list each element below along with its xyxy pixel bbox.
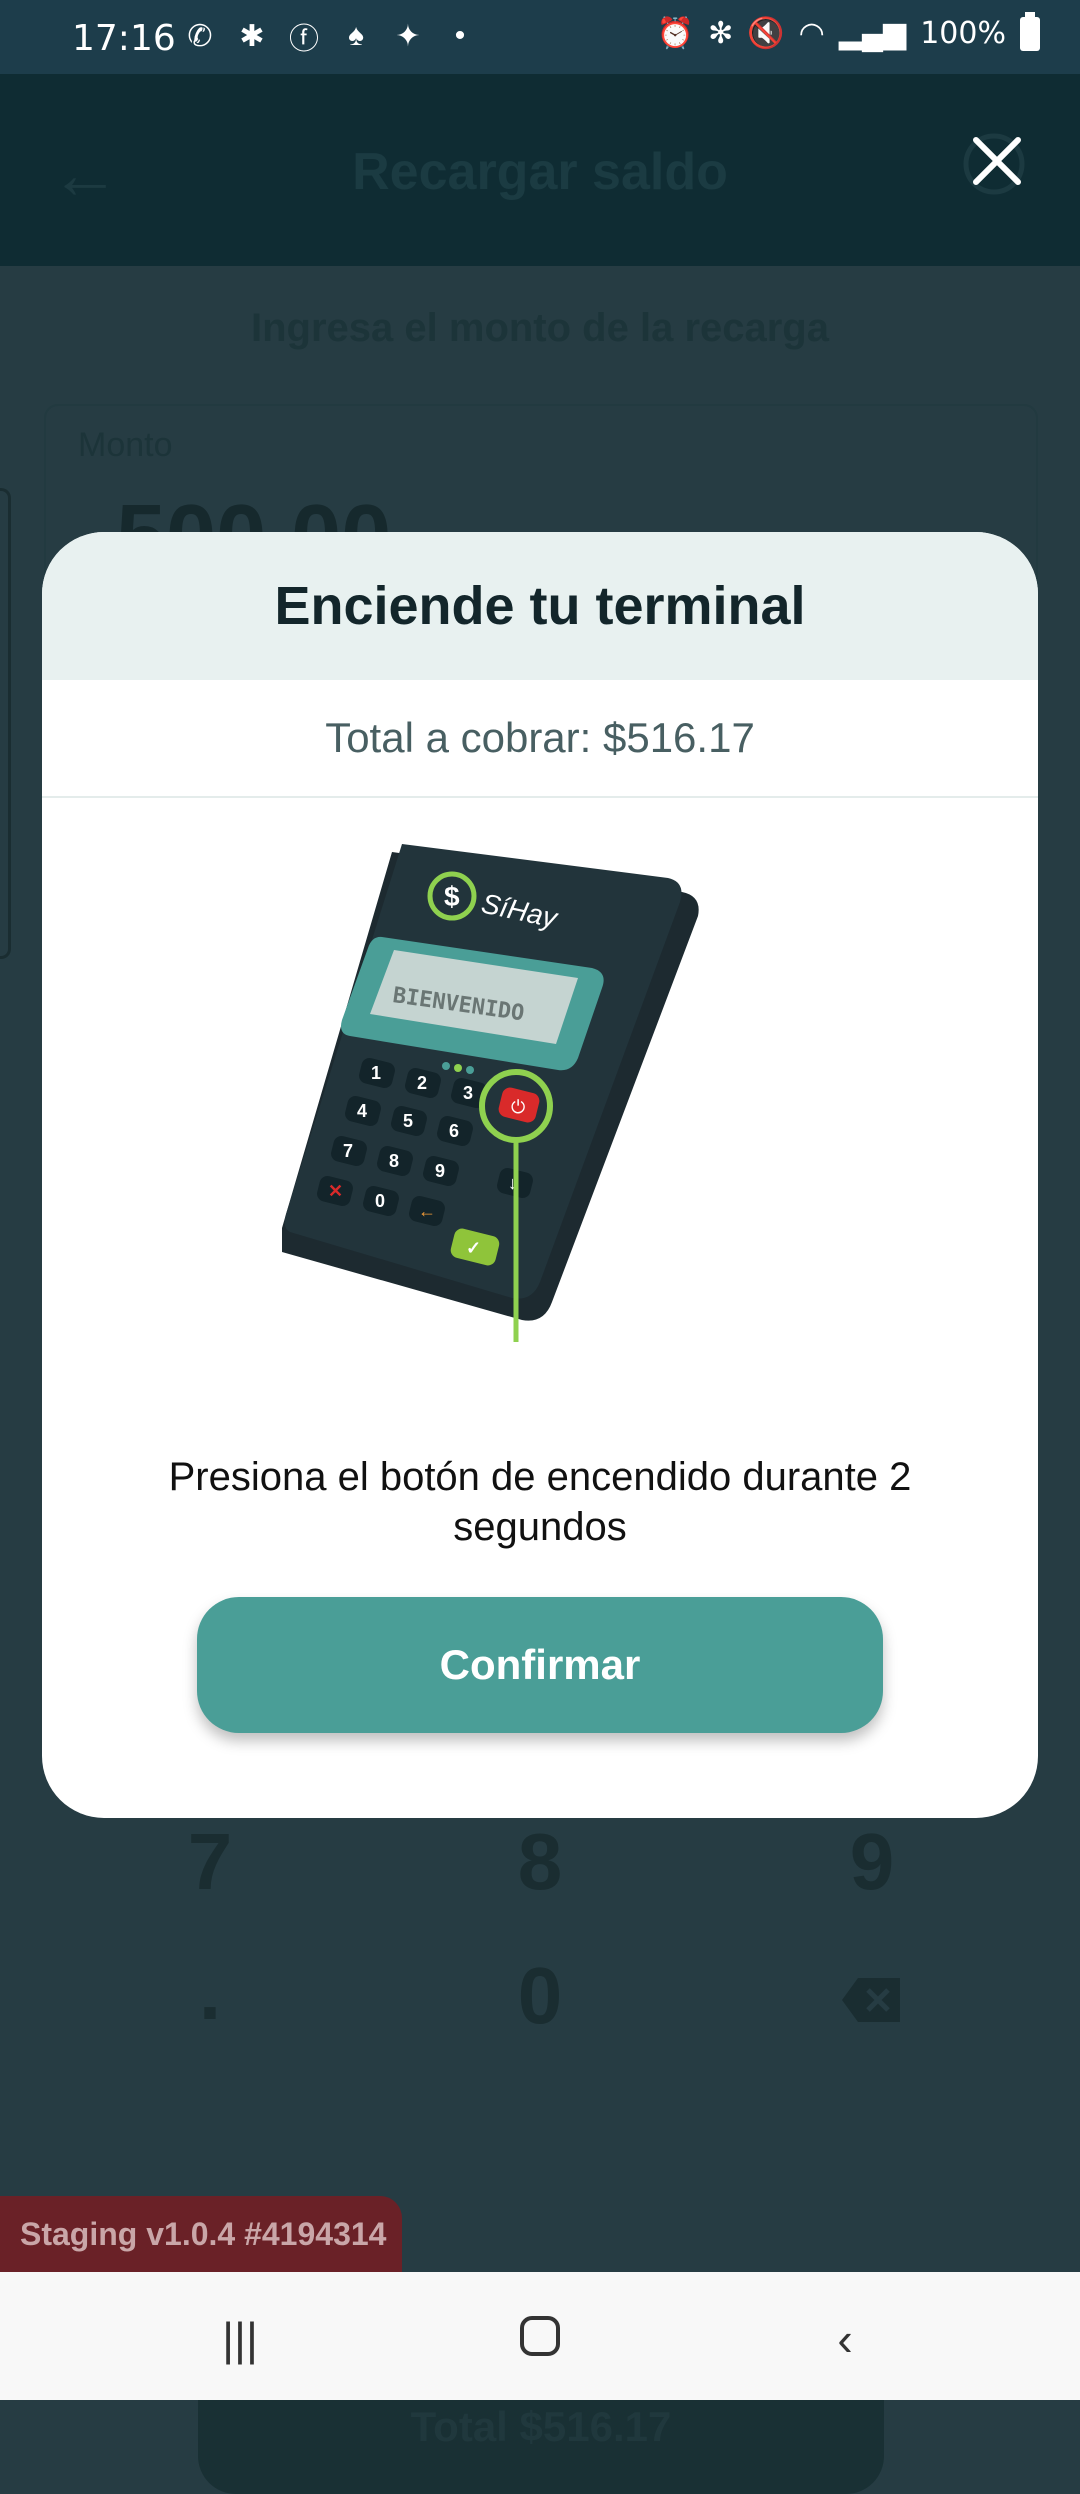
back-nav-icon[interactable]: ‹ <box>815 2312 875 2365</box>
terminal-key-2: 2 <box>417 1073 427 1093</box>
terminal-key-9: 9 <box>435 1161 445 1181</box>
staging-badge: Staging v1.0.4 #4194314 <box>0 2196 402 2272</box>
amount-label: Monto <box>78 426 173 464</box>
terminal-key-8: 8 <box>389 1151 399 1171</box>
dialog-instruction: Presiona el botón de encendido durante 2… <box>168 1455 912 1549</box>
terminal-key-5: 5 <box>403 1111 413 1131</box>
signal-icon: ▂▄▆ <box>838 17 907 50</box>
terminal-key-6: 6 <box>449 1121 459 1141</box>
dialog-title: Enciende tu terminal <box>42 532 1038 680</box>
twitter-icon: ✦ <box>395 19 421 53</box>
key-9[interactable]: 9 <box>772 1816 972 1908</box>
backspace-icon[interactable] <box>840 1976 904 2024</box>
dot-icon: • <box>454 19 466 52</box>
slack-icon: ✱ <box>239 19 265 53</box>
pos-terminal-illustration: $ SíHay BIENVENIDO 1 2 3 4 5 6 7 8 9 ✕ 0… <box>282 844 699 1342</box>
terminal-ok-key: ✓ <box>466 1238 481 1258</box>
terminal-logo-s: $ <box>444 881 460 912</box>
bluetooth-icon: ✻ <box>708 17 734 50</box>
app-icon: ♠ <box>348 19 364 52</box>
whatsapp-icon: ✆ <box>187 19 213 53</box>
key-0[interactable]: 0 <box>440 1950 640 2042</box>
wifi-icon: ◠ <box>798 17 825 50</box>
terminal-key-3: 3 <box>463 1083 473 1103</box>
side-tab <box>0 488 11 959</box>
alarm-icon: ⏰ <box>656 17 695 50</box>
mute-icon: 🔇 <box>747 17 785 50</box>
terminal-key-0: 0 <box>375 1191 385 1211</box>
recent-apps-icon[interactable]: ||| <box>210 2312 270 2365</box>
confirm-button[interactable]: Confirmar <box>197 1597 883 1733</box>
turn-on-terminal-dialog: Enciende tu terminal Total a cobrar: $51… <box>42 532 1038 1818</box>
power-icon: ⏻ <box>511 1097 525 1118</box>
key-decimal[interactable]: . <box>110 1946 310 2038</box>
status-time: 17:16 <box>72 18 176 59</box>
app-bar: ← Recargar saldo <box>0 74 1080 266</box>
terminal-back-key: ← <box>418 1201 436 1221</box>
battery-percent: 100% <box>920 16 1006 51</box>
dialog-total: Total a cobrar: $516.17 <box>42 680 1038 798</box>
notification-icons: ✆ ✱ ⓕ ♠ ✦ • <box>180 16 480 56</box>
status-bar: 17:16 ✆ ✱ ⓕ ♠ ✦ • ⏰ ✻ 🔇 ◠ ▂▄▆ 100% <box>0 0 1080 74</box>
system-icons: ⏰ ✻ 🔇 ◠ ▂▄▆ 100% <box>656 11 1040 51</box>
facebook-icon: ⓕ <box>289 23 319 56</box>
home-icon[interactable] <box>510 2312 570 2362</box>
close-icon[interactable] <box>962 126 1032 196</box>
key-8[interactable]: 8 <box>440 1816 640 1908</box>
battery-icon <box>1020 11 1040 51</box>
terminal-key-4: 4 <box>357 1101 367 1121</box>
navigation-bar: ||| ‹ <box>0 2272 1080 2400</box>
terminal-cancel-key: ✕ <box>328 1181 343 1201</box>
page-title: Recargar saldo <box>352 143 728 201</box>
terminal-key-1: 1 <box>371 1063 381 1083</box>
key-7[interactable]: 7 <box>110 1816 310 1908</box>
recharge-subtitle: Ingresa el monto de la recarga <box>251 306 829 350</box>
terminal-key-7: 7 <box>343 1141 353 1161</box>
